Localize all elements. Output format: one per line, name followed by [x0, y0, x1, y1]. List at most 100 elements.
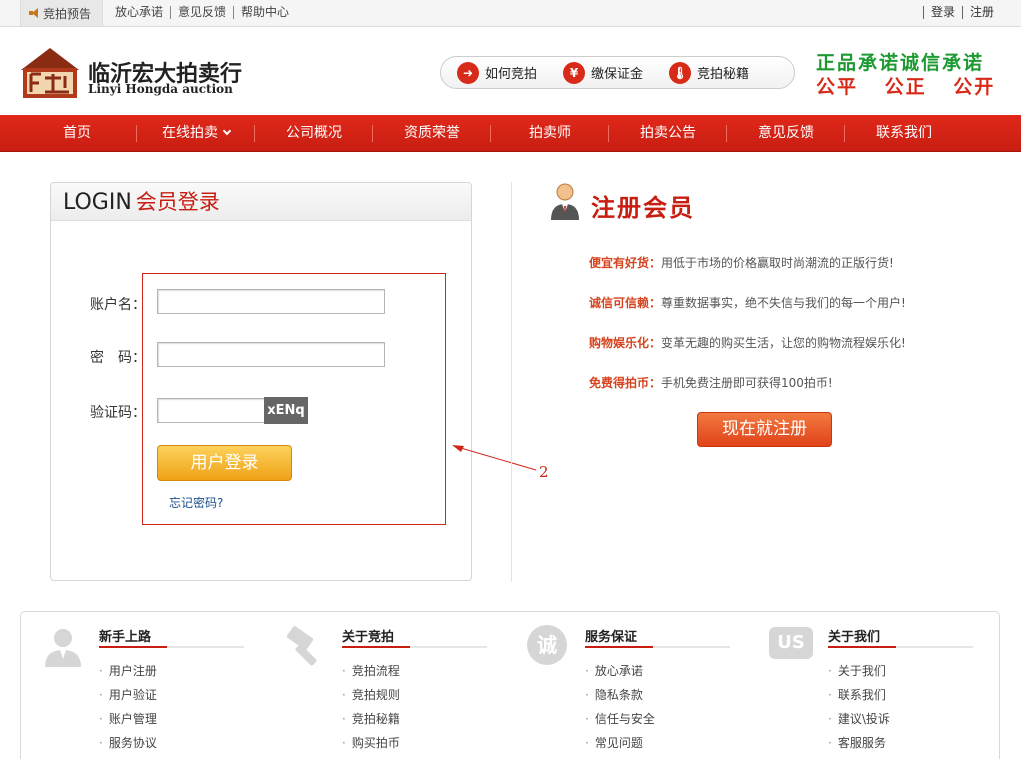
footer-link[interactable]: 用户注册: [99, 662, 157, 679]
nav-announcements[interactable]: 拍卖公告: [626, 115, 710, 152]
benefit-text: 用低于市场的价格赢取时尚潮流的正版行货!: [661, 256, 894, 270]
footer-link[interactable]: 竞拍规则: [342, 686, 400, 703]
register-title: 注册会员: [591, 194, 695, 222]
benefit-item: 诚信可信赖：尊重数据事实，绝不失信与我们的每一个用户!: [589, 294, 906, 311]
register-now-button[interactable]: 现在就注册: [697, 412, 832, 447]
username-input[interactable]: [157, 289, 385, 314]
annotation-arrow: [452, 445, 537, 471]
footer-link[interactable]: 服务协议: [99, 734, 157, 751]
footer-col-title: 服务保证: [585, 630, 638, 645]
top-links: 放心承诺 意见反馈 帮助中心: [115, 6, 296, 19]
login-title-cn: 会员登录: [135, 190, 220, 214]
forgot-password-link[interactable]: 忘记密码?: [169, 494, 223, 511]
nav-auctioneer[interactable]: 拍卖师: [515, 115, 585, 152]
nav-separator: [136, 125, 137, 142]
panel-divider: [511, 182, 512, 582]
nav-contact[interactable]: 联系我们: [862, 115, 946, 152]
footer-link[interactable]: 常见问题: [585, 734, 643, 751]
top-login-link[interactable]: 登录: [922, 6, 962, 19]
footer-link[interactable]: 联系我们: [828, 686, 886, 703]
username-label: 账户名：: [90, 297, 146, 313]
slogan-line-1: 正品承诺诚信承诺: [816, 52, 985, 74]
footer-link[interactable]: 账户管理: [99, 710, 157, 727]
top-link-promise[interactable]: 放心承诺: [115, 6, 170, 19]
nav-honors[interactable]: 资质荣誉: [390, 115, 474, 152]
benefit-item: 购物娱乐化：变革无趣的购买生活，让您的购物流程娱乐化!: [589, 334, 906, 351]
footer-link[interactable]: 客服服务: [828, 734, 886, 751]
password-label: 密 码：: [90, 350, 146, 366]
footer-link[interactable]: 放心承诺: [585, 662, 643, 679]
nav-separator: [490, 125, 491, 142]
footer-link[interactable]: 竞拍流程: [342, 662, 400, 679]
benefit-item: 免费得拍币：手机免费注册即可获得100拍币!: [589, 374, 833, 391]
benefit-item: 便宜有好货：用低于市场的价格赢取时尚潮流的正版行货!: [589, 254, 894, 271]
quick-link-how-to-bid[interactable]: ➜ 如何竞拍: [441, 61, 538, 84]
footer-col-underline: [99, 646, 244, 648]
footer-link[interactable]: 关于我们: [828, 662, 886, 679]
nav-online-auction-label: 在线拍卖: [162, 125, 218, 141]
benefit-head: 免费得拍币：: [589, 376, 662, 390]
footer-link[interactable]: 隐私条款: [585, 686, 643, 703]
benefit-text: 变革无趣的购买生活，让您的购物流程娱乐化!: [661, 336, 906, 350]
login-panel-header: LOGIN 会员登录: [51, 183, 471, 221]
speaker-icon: [29, 8, 39, 18]
benefit-head: 购物娱乐化：: [589, 336, 662, 350]
footer-col-underline: [585, 646, 730, 648]
footer-col-title: 关于我们: [828, 630, 881, 645]
top-bar: 竞拍预告 放心承诺 意见反馈 帮助中心 登录 注册: [0, 0, 1021, 27]
footer-col-underline: [342, 646, 487, 648]
quick-link-label: 缴保证金: [591, 67, 644, 82]
nav-separator: [608, 125, 609, 142]
top-link-help[interactable]: 帮助中心: [233, 6, 296, 19]
auction-preview-link[interactable]: 竞拍预告: [20, 0, 103, 26]
nav-online-auction[interactable]: 在线拍卖: [150, 115, 242, 152]
brand-name-en: Linyi Hongda auction: [88, 82, 233, 96]
quick-links-bar: ➜ 如何竞拍 ¥ 缴保证金 🌡 竞拍秘籍: [440, 56, 795, 89]
nav-separator: [726, 125, 727, 142]
member-avatar-icon: [551, 183, 579, 220]
footer-link[interactable]: 建议\投诉: [828, 710, 890, 727]
nav-feedback[interactable]: 意见反馈: [744, 115, 828, 152]
top-register-link[interactable]: 注册: [961, 6, 1001, 19]
nav-company[interactable]: 公司概况: [272, 115, 356, 152]
integrity-icon: 诚: [527, 625, 567, 665]
footer-col-underline: [828, 646, 973, 648]
top-link-feedback[interactable]: 意见反馈: [170, 6, 233, 19]
footer-link[interactable]: 竞拍秘籍: [342, 710, 400, 727]
hongda-logo[interactable]: [21, 48, 79, 98]
auction-preview-label: 竞拍预告: [43, 6, 92, 21]
captcha-image[interactable]: xENq: [264, 397, 308, 424]
nav-separator: [844, 125, 845, 142]
yuan-icon: ¥: [563, 61, 586, 84]
chevron-down-icon: [222, 126, 232, 136]
footer-col-title: 新手上路: [99, 630, 152, 645]
user-icon: [45, 629, 81, 667]
benefit-head: 便宜有好货：: [589, 256, 662, 270]
login-title-en: LOGIN: [63, 190, 132, 215]
quick-link-deposit[interactable]: ¥ 缴保证金: [537, 61, 644, 84]
gavel-icon: [286, 626, 317, 666]
top-account-links: 登录 注册: [922, 6, 1001, 19]
nav-separator: [372, 125, 373, 142]
footer-link[interactable]: 信任与安全: [585, 710, 655, 727]
captcha-input[interactable]: [157, 398, 265, 423]
benefit-head: 诚信可信赖：: [589, 296, 662, 310]
quick-link-label: 竞拍秘籍: [697, 67, 750, 82]
footer-link[interactable]: 购买拍币: [342, 734, 400, 751]
main-nav: 首页 在线拍卖 公司概况 资质荣誉 拍卖师 拍卖公告 意见反馈 联系我们: [0, 115, 1021, 152]
quick-link-label: 如何竞拍: [485, 67, 538, 82]
pointer-icon: ➜: [457, 61, 479, 84]
nav-home[interactable]: 首页: [45, 115, 109, 152]
slogan-line-2: 公平 公正 公开: [816, 76, 996, 98]
annotation-number: 2: [539, 463, 549, 481]
footer-link[interactable]: 用户验证: [99, 686, 157, 703]
quick-link-tips[interactable]: 🌡 竞拍秘籍: [643, 61, 750, 84]
footer-col-title: 关于竞拍: [342, 630, 395, 645]
user-login-button[interactable]: 用户登录: [157, 445, 292, 481]
thermometer-icon: 🌡: [669, 61, 692, 84]
password-input[interactable]: [157, 342, 385, 367]
captcha-label: 验证码：: [90, 405, 146, 421]
benefit-text: 手机免费注册即可获得100拍币!: [661, 376, 833, 390]
nav-separator: [254, 125, 255, 142]
us-icon: US: [769, 627, 813, 659]
